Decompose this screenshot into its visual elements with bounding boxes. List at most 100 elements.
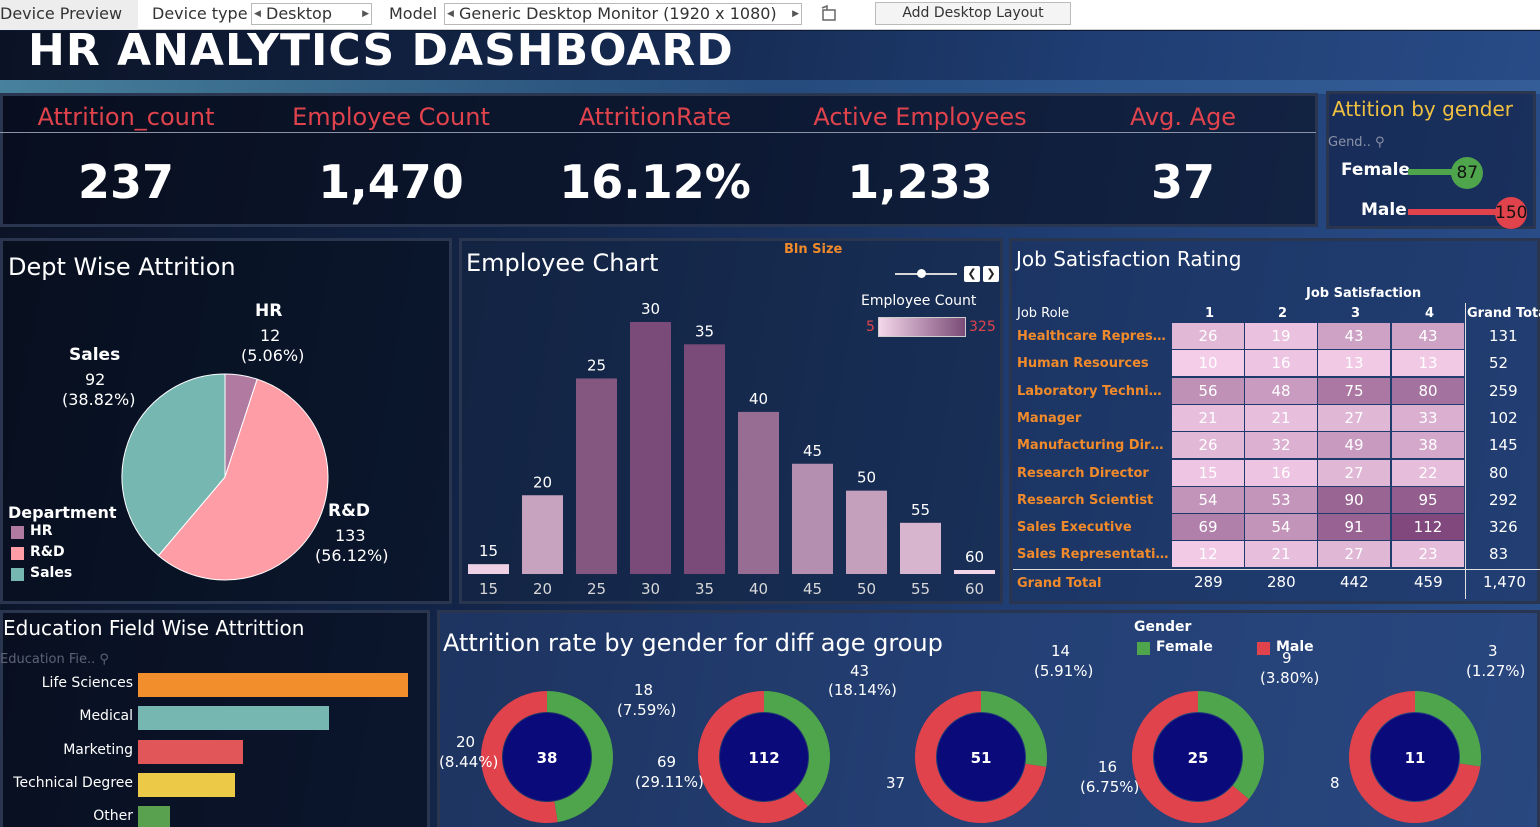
education-bar[interactable] <box>138 739 243 764</box>
kpi-value: 37 <box>1150 155 1215 209</box>
heatmap-cell[interactable]: 53 <box>1245 486 1317 513</box>
education-panel-title: Education Field Wise Attrittion <box>3 616 305 640</box>
kpi-label: AttritionRate <box>578 103 732 131</box>
donut-data-label: (8.44%) <box>439 753 499 771</box>
model-select[interactable]: ◀ Generic Desktop Monitor (1920 x 1080) … <box>444 3 802 25</box>
heatmap-cell[interactable]: 91 <box>1318 514 1390 541</box>
heatmap-cell[interactable]: 21 <box>1245 404 1317 431</box>
heatmap-cell[interactable]: 33 <box>1392 404 1464 431</box>
job-role-label: Manufacturing Director <box>1017 438 1169 454</box>
heatmap-cell[interactable]: 21 <box>1245 541 1317 568</box>
device-preview-label[interactable]: Device Preview <box>0 4 122 23</box>
heatmap-cell[interactable]: 69 <box>1172 514 1244 541</box>
employee-x-tick: 40 <box>749 580 768 598</box>
job-role-label: Sales Representative <box>1017 547 1169 563</box>
employee-bar-label: 20 <box>533 473 552 491</box>
kpi-label: Employee Count <box>292 103 490 131</box>
heatmap-cell[interactable]: 26 <box>1172 432 1244 459</box>
employee-bar-label: 25 <box>587 356 606 374</box>
model-label: Model <box>389 4 438 23</box>
heatmap-cell[interactable]: 80 <box>1392 377 1464 404</box>
employee-bar[interactable] <box>684 344 725 574</box>
rotate-icon[interactable] <box>818 3 840 29</box>
row-grand-total: 259 <box>1489 381 1518 400</box>
heatmap-cell[interactable]: 56 <box>1172 377 1244 404</box>
job-role-label: Manager <box>1017 410 1082 426</box>
heatmap-cell[interactable]: 43 <box>1392 323 1464 349</box>
heatmap-cell[interactable]: 95 <box>1392 486 1464 513</box>
device-type-select[interactable]: ◀ Desktop ▶ <box>251 3 372 25</box>
heatmap-cell[interactable]: 49 <box>1318 432 1390 459</box>
heatmap-cell[interactable]: 23 <box>1392 541 1464 568</box>
pie-label-rd: R&D <box>328 501 371 521</box>
employee-bar[interactable] <box>900 522 941 574</box>
job-role-label: Sales Executive <box>1017 520 1132 536</box>
employee-x-tick: 35 <box>695 580 714 598</box>
heatmap-cell[interactable]: 75 <box>1318 377 1390 404</box>
heatmap-cell[interactable]: 10 <box>1172 350 1244 377</box>
job-role-label: Healthcare Representat.. <box>1017 329 1169 344</box>
heatmap-cell[interactable]: 27 <box>1318 404 1390 431</box>
heatmap-cell[interactable]: 27 <box>1318 541 1390 568</box>
chevron-left-icon: ◀ <box>254 9 261 19</box>
education-filter[interactable]: Education Fie.. ⚲ <box>0 652 109 667</box>
heatmap-cell[interactable]: 54 <box>1172 486 1244 513</box>
education-bar[interactable] <box>138 706 330 731</box>
heatmap-cell[interactable]: 54 <box>1245 514 1317 541</box>
heatmap-cell[interactable]: 16 <box>1245 350 1317 377</box>
education-field-label: Technical Degree <box>13 774 133 791</box>
donut-center-value: 25 <box>1188 749 1209 767</box>
heatmap-cell[interactable]: 26 <box>1172 323 1244 349</box>
grand-total-row-label: Grand Total <box>1017 576 1102 591</box>
heatmap-cell[interactable]: 22 <box>1392 459 1464 486</box>
row-grand-total: 145 <box>1489 436 1518 455</box>
device-type-label: Device type <box>152 4 248 23</box>
employee-bar[interactable] <box>630 322 671 574</box>
employee-bar-label: 35 <box>695 322 714 340</box>
pie-count-rd: 133 <box>335 526 366 545</box>
donut-data-label: 37 <box>886 774 906 792</box>
heatmap-cell[interactable]: 112 <box>1392 514 1464 541</box>
education-bar[interactable] <box>138 806 171 827</box>
heatmap-cell[interactable]: 15 <box>1172 459 1244 486</box>
employee-bar[interactable] <box>522 495 563 574</box>
heatmap-cell[interactable]: 27 <box>1318 459 1390 486</box>
education-field-label: Other <box>93 808 133 825</box>
dept-legend-title: Department <box>8 503 117 522</box>
legend-label: HR <box>30 523 53 539</box>
heatmap-cell[interactable]: 48 <box>1245 377 1317 404</box>
heatmap-cell[interactable]: 16 <box>1245 459 1317 486</box>
gender-filter[interactable]: Gend.. ⚲ <box>1328 135 1385 150</box>
heatmap-cell[interactable]: 12 <box>1172 541 1244 568</box>
pie-count-sales: 92 <box>85 370 106 389</box>
row-grand-total: 52 <box>1489 354 1509 373</box>
total-divider <box>1465 303 1466 599</box>
employee-bar[interactable] <box>954 570 995 574</box>
donut-center-value: 51 <box>971 749 992 767</box>
employee-bar-label: 60 <box>965 548 984 566</box>
employee-bar[interactable] <box>738 411 779 574</box>
model-value: Generic Desktop Monitor (1920 x 1080) <box>459 4 777 23</box>
heatmap-cell[interactable]: 32 <box>1245 432 1317 459</box>
heatmap-cell[interactable]: 13 <box>1392 350 1464 377</box>
education-bar[interactable] <box>138 673 408 697</box>
dashboard-title: HR ANALYTICS DASHBOARD <box>28 31 734 76</box>
employee-bar[interactable] <box>792 463 833 574</box>
heatmap-cell[interactable]: 21 <box>1172 404 1244 431</box>
employee-bar[interactable] <box>576 378 617 574</box>
heatmap-cell[interactable]: 19 <box>1245 323 1317 349</box>
heatmap-cell[interactable]: 38 <box>1392 432 1464 459</box>
heatmap-cell[interactable]: 90 <box>1318 486 1390 513</box>
donut-data-label: 16 <box>1098 758 1118 776</box>
heatmap-cell[interactable]: 43 <box>1318 323 1390 349</box>
education-bar[interactable] <box>138 772 235 797</box>
add-desktop-layout-button[interactable]: Add Desktop Layout <box>875 2 1071 25</box>
column-grand-total: 289 <box>1194 573 1223 591</box>
employee-bar[interactable] <box>846 490 887 574</box>
employee-bar-label: 50 <box>857 469 876 487</box>
kpi-value: 16.12% <box>559 155 751 209</box>
gender-row-label: Female <box>1341 160 1410 180</box>
heatmap-cell[interactable]: 13 <box>1318 350 1390 377</box>
employee-bar[interactable] <box>468 564 509 574</box>
employee-x-tick: 45 <box>803 580 822 598</box>
